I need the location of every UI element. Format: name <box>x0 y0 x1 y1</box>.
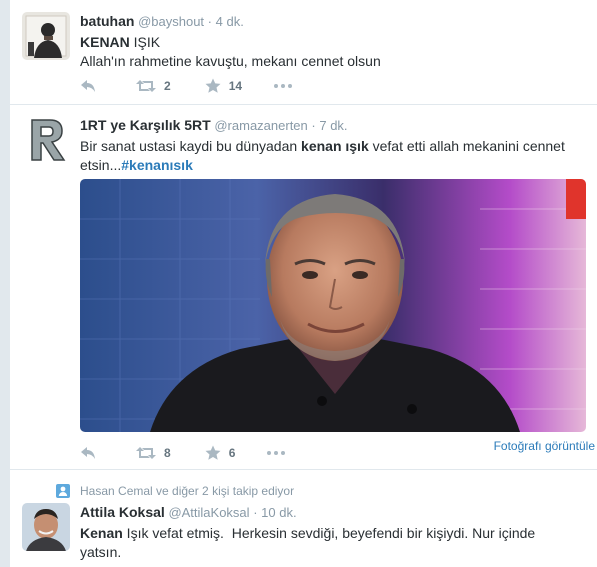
text-segment: Allah'ın rahmetine kavuştu, mekanı cenne… <box>80 53 381 69</box>
more-icon <box>281 451 286 455</box>
tweet-photo[interactable] <box>80 179 586 432</box>
retweet-count: 2 <box>164 79 171 93</box>
retweet-button[interactable]: 2 <box>136 79 171 93</box>
portrait-photo <box>80 179 586 432</box>
favorite-icon <box>205 445 221 460</box>
search-keyword: KENAN <box>80 34 130 50</box>
separator: · <box>253 505 258 520</box>
author-handle[interactable]: @ramazanerten <box>214 118 307 133</box>
follow-context: Hasan Cemal ve diğer 2 kişi takip ediyor <box>56 484 294 498</box>
favorite-button[interactable]: 6 <box>205 445 236 461</box>
timestamp[interactable]: 7 dk. <box>319 118 347 133</box>
retweet-count: 8 <box>164 446 171 460</box>
tweet-text: Kenan Işık vefat etmiş. Herkesin sevdiği… <box>80 524 570 562</box>
follow-context-text[interactable]: Hasan Cemal ve diğer 2 kişi takip ediyor <box>80 484 294 498</box>
search-keyword: Kenan <box>80 525 123 541</box>
author-handle[interactable]: @AttilaKoksal <box>168 505 249 520</box>
text-segment: Bir sanat ustasi kaydi bu dünyadan <box>80 138 302 154</box>
timeline: batuhan @bayshout · 4 dk. KENAN IŞIK All… <box>10 0 597 567</box>
tweet[interactable]: 1RT ye Karşılık 5RT @ramazanerten · 7 dk… <box>10 104 597 470</box>
tweet-text: KENAN IŞIK Allah'ın rahmetine kavuştu, m… <box>80 33 587 71</box>
more-icon <box>274 451 279 455</box>
more-icon <box>288 84 293 88</box>
reply-icon <box>81 80 95 92</box>
retweet-button[interactable]: 8 <box>136 446 171 460</box>
search-keyword: kenan ışık <box>301 138 369 154</box>
reply-icon <box>81 447 95 459</box>
favorite-count: 6 <box>228 446 236 460</box>
author-name[interactable]: 1RT ye Karşılık 5RT <box>80 117 211 133</box>
avatar[interactable] <box>22 116 70 164</box>
more-button[interactable] <box>274 84 293 88</box>
tweet[interactable]: Hasan Cemal ve diğer 2 kişi takip ediyor… <box>10 470 597 567</box>
retweet-icon <box>136 80 156 92</box>
hashtag-link[interactable]: #kenanısık <box>121 157 193 173</box>
more-icon <box>274 84 279 88</box>
favorite-icon <box>205 78 221 93</box>
view-photo-link[interactable]: Fotoğrafı görüntüle <box>494 439 595 453</box>
favorite-button[interactable]: 14 <box>205 78 242 94</box>
retweet-icon <box>136 447 156 459</box>
tweet[interactable]: batuhan @bayshout · 4 dk. KENAN IŞIK All… <box>10 0 597 105</box>
timestamp[interactable]: 10 dk. <box>261 505 296 520</box>
reply-button[interactable] <box>80 446 96 460</box>
reply-button[interactable] <box>80 79 96 93</box>
more-button[interactable] <box>267 451 286 455</box>
tweet-text: Bir sanat ustasi kaydi bu dünyadan kenan… <box>80 137 590 175</box>
separator: · <box>311 118 316 133</box>
author-name[interactable]: batuhan <box>80 13 134 29</box>
text-segment: IŞIK <box>129 34 161 50</box>
avatar[interactable] <box>22 503 70 551</box>
follow-context-icon <box>56 484 70 498</box>
author-handle[interactable]: @bayshout <box>138 14 204 29</box>
author-name[interactable]: Attila Koksal <box>80 504 165 520</box>
more-icon <box>281 84 286 88</box>
separator: · <box>207 14 213 29</box>
more-icon <box>267 451 272 455</box>
text-segment: Işık vefat etmiş. Herkesin sevdiği, beye… <box>80 525 540 560</box>
timestamp[interactable]: 4 dk. <box>216 14 244 29</box>
avatar[interactable] <box>22 12 70 60</box>
favorite-count: 14 <box>228 79 243 93</box>
